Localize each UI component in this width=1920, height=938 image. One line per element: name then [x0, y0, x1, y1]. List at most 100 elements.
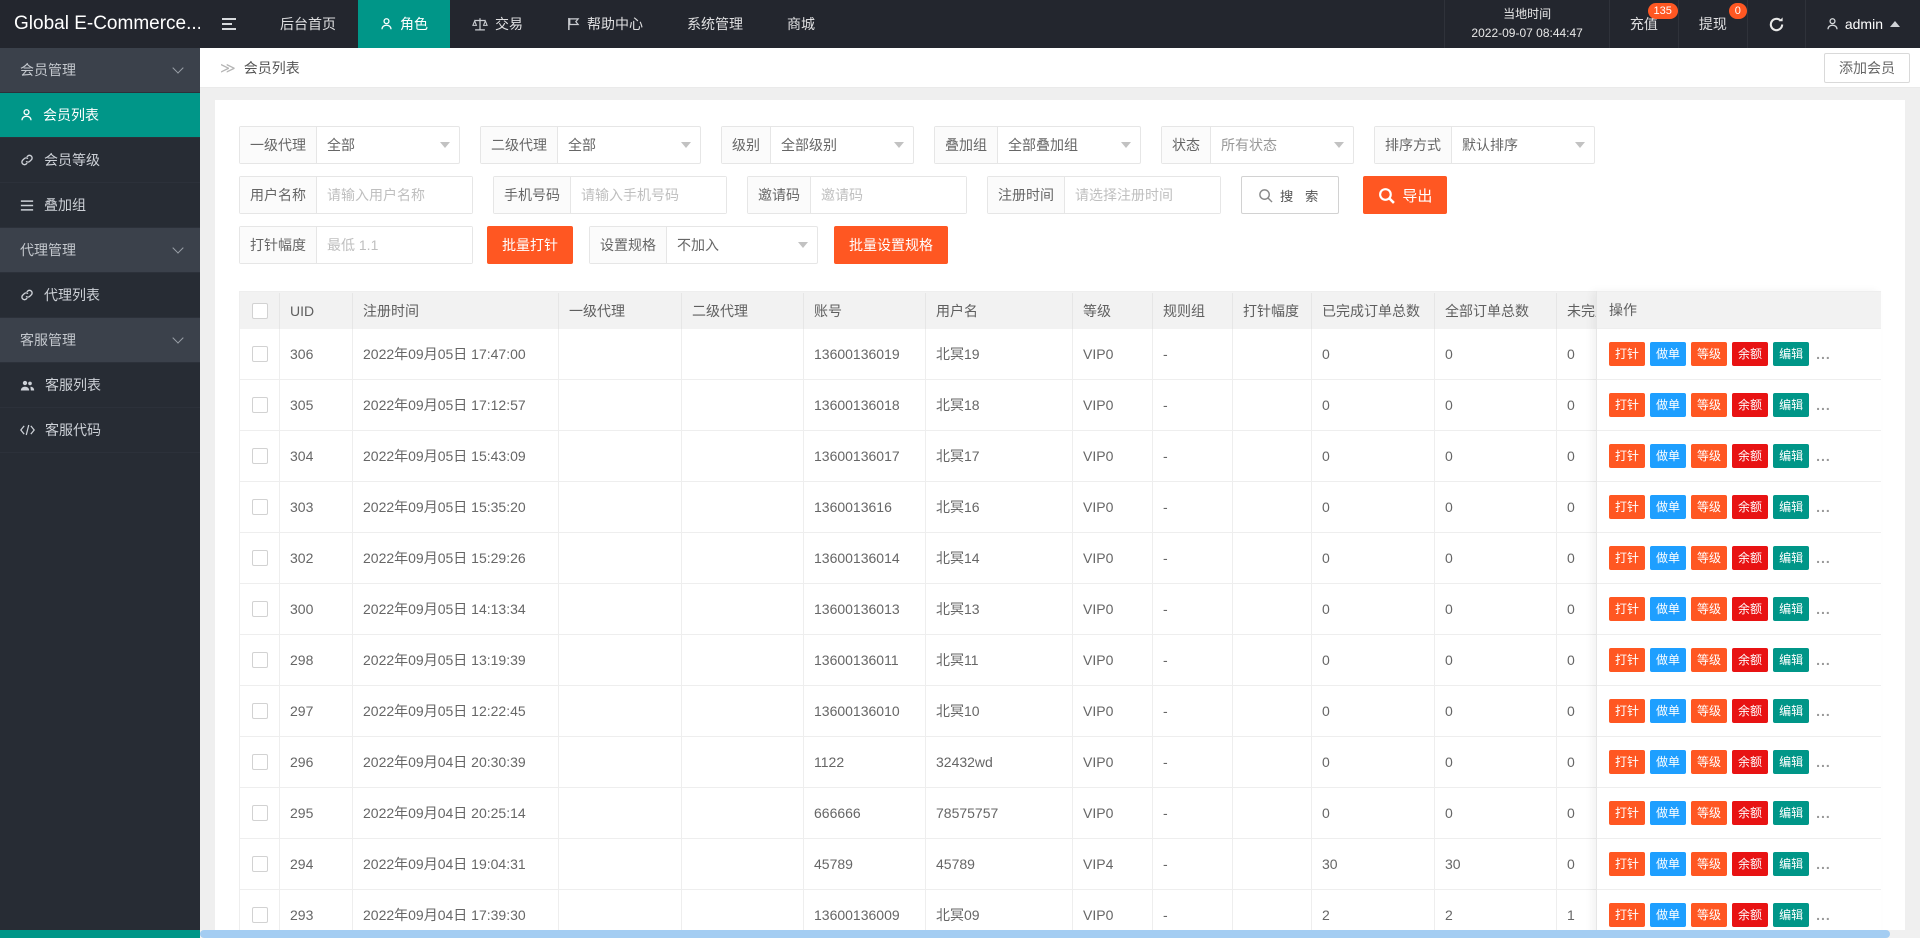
- add-member-button[interactable]: 添加会员: [1824, 52, 1910, 83]
- invite-code-input[interactable]: [811, 177, 966, 213]
- more-actions-button[interactable]: ...: [1816, 448, 1831, 464]
- inject-action-button[interactable]: 打针: [1609, 852, 1646, 876]
- nav-item-system[interactable]: 系统管理: [665, 0, 765, 48]
- row-checkbox[interactable]: [251, 652, 268, 668]
- sidebar-item-member-list[interactable]: 会员列表: [0, 93, 200, 138]
- reg-time-input[interactable]: [1065, 177, 1220, 213]
- edit-action-button[interactable]: 编辑: [1773, 342, 1810, 366]
- inject-action-button[interactable]: 打针: [1609, 648, 1646, 672]
- more-actions-button[interactable]: ...: [1816, 601, 1831, 617]
- more-actions-button[interactable]: ...: [1816, 754, 1831, 770]
- select-all-checkbox[interactable]: [251, 302, 268, 319]
- sidebar-section-service-mgmt[interactable]: 客服管理: [0, 318, 200, 363]
- edit-action-button[interactable]: 编辑: [1773, 495, 1810, 519]
- sidebar-item-member-level[interactable]: 会员等级: [0, 138, 200, 183]
- username-input[interactable]: [317, 177, 472, 213]
- edit-action-button[interactable]: 编辑: [1773, 750, 1810, 774]
- sidebar-item-agent-list[interactable]: 代理列表: [0, 273, 200, 318]
- nav-item-dashboard[interactable]: 后台首页: [258, 0, 358, 48]
- level-action-button[interactable]: 等级: [1691, 495, 1728, 519]
- agent2-select[interactable]: 全部: [558, 127, 700, 163]
- edit-action-button[interactable]: 编辑: [1773, 444, 1810, 468]
- inject-action-button[interactable]: 打针: [1609, 444, 1646, 468]
- more-actions-button[interactable]: ...: [1816, 397, 1831, 413]
- status-select[interactable]: 所有状态: [1211, 127, 1353, 163]
- row-checkbox[interactable]: [251, 754, 268, 770]
- balance-action-button[interactable]: 余额: [1732, 699, 1769, 723]
- balance-action-button[interactable]: 余额: [1732, 648, 1769, 672]
- row-checkbox[interactable]: [251, 550, 268, 566]
- recharge-button[interactable]: 充值 135: [1608, 0, 1678, 48]
- sidebar-item-service-code[interactable]: 客服代码: [0, 408, 200, 453]
- level-action-button[interactable]: 等级: [1691, 393, 1728, 417]
- make-order-action-button[interactable]: 做单: [1650, 903, 1687, 927]
- balance-action-button[interactable]: 余额: [1732, 444, 1769, 468]
- balance-action-button[interactable]: 余额: [1732, 495, 1769, 519]
- row-checkbox[interactable]: [251, 703, 268, 719]
- scrollbar-thumb[interactable]: [200, 930, 1890, 938]
- user-menu[interactable]: admin: [1804, 0, 1920, 48]
- edit-action-button[interactable]: 编辑: [1773, 648, 1810, 672]
- inject-action-button[interactable]: 打针: [1609, 597, 1646, 621]
- nav-item-help-center[interactable]: 帮助中心: [545, 0, 665, 48]
- more-actions-button[interactable]: ...: [1816, 550, 1831, 566]
- make-order-action-button[interactable]: 做单: [1650, 546, 1687, 570]
- row-checkbox[interactable]: [251, 346, 268, 362]
- level-action-button[interactable]: 等级: [1691, 801, 1728, 825]
- search-button[interactable]: 搜 索: [1241, 176, 1340, 214]
- more-actions-button[interactable]: ...: [1816, 703, 1831, 719]
- make-order-action-button[interactable]: 做单: [1650, 852, 1687, 876]
- spec-select[interactable]: 不加入: [667, 227, 817, 263]
- level-action-button[interactable]: 等级: [1691, 597, 1728, 621]
- edit-action-button[interactable]: 编辑: [1773, 699, 1810, 723]
- nav-item-roles[interactable]: 角色: [358, 0, 450, 48]
- balance-action-button[interactable]: 余额: [1732, 342, 1769, 366]
- phone-input[interactable]: [571, 177, 726, 213]
- balance-action-button[interactable]: 余额: [1732, 393, 1769, 417]
- level-action-button[interactable]: 等级: [1691, 852, 1728, 876]
- inject-action-button[interactable]: 打针: [1609, 801, 1646, 825]
- more-actions-button[interactable]: ...: [1816, 907, 1831, 923]
- make-order-action-button[interactable]: 做单: [1650, 801, 1687, 825]
- more-actions-button[interactable]: ...: [1816, 805, 1831, 821]
- inject-action-button[interactable]: 打针: [1609, 699, 1646, 723]
- level-action-button[interactable]: 等级: [1691, 903, 1728, 927]
- more-actions-button[interactable]: ...: [1816, 499, 1831, 515]
- edit-action-button[interactable]: 编辑: [1773, 546, 1810, 570]
- row-checkbox[interactable]: [251, 448, 268, 464]
- balance-action-button[interactable]: 余额: [1732, 801, 1769, 825]
- level-action-button[interactable]: 等级: [1691, 444, 1728, 468]
- make-order-action-button[interactable]: 做单: [1650, 444, 1687, 468]
- level-action-button[interactable]: 等级: [1691, 342, 1728, 366]
- batch-inject-button[interactable]: 批量打针: [487, 226, 573, 264]
- withdraw-button[interactable]: 提现 0: [1677, 0, 1747, 48]
- more-actions-button[interactable]: ...: [1816, 652, 1831, 668]
- make-order-action-button[interactable]: 做单: [1650, 597, 1687, 621]
- edit-action-button[interactable]: 编辑: [1773, 393, 1810, 417]
- row-checkbox[interactable]: [251, 805, 268, 821]
- inject-action-button[interactable]: 打针: [1609, 750, 1646, 774]
- balance-action-button[interactable]: 余额: [1732, 852, 1769, 876]
- nav-item-trade[interactable]: 交易: [450, 0, 545, 48]
- sort-select[interactable]: 默认排序: [1452, 127, 1594, 163]
- level-action-button[interactable]: 等级: [1691, 648, 1728, 672]
- more-actions-button[interactable]: ...: [1816, 346, 1831, 362]
- refresh-button[interactable]: [1746, 0, 1805, 48]
- make-order-action-button[interactable]: 做单: [1650, 393, 1687, 417]
- make-order-action-button[interactable]: 做单: [1650, 342, 1687, 366]
- balance-action-button[interactable]: 余额: [1732, 903, 1769, 927]
- balance-action-button[interactable]: 余额: [1732, 750, 1769, 774]
- agent1-select[interactable]: 全部: [317, 127, 459, 163]
- edit-action-button[interactable]: 编辑: [1773, 597, 1810, 621]
- inject-action-button[interactable]: 打针: [1609, 393, 1646, 417]
- level-action-button[interactable]: 等级: [1691, 546, 1728, 570]
- edit-action-button[interactable]: 编辑: [1773, 801, 1810, 825]
- level-action-button[interactable]: 等级: [1691, 699, 1728, 723]
- nav-item-mall[interactable]: 商城: [765, 0, 837, 48]
- make-order-action-button[interactable]: 做单: [1650, 648, 1687, 672]
- row-checkbox[interactable]: [251, 499, 268, 515]
- make-order-action-button[interactable]: 做单: [1650, 750, 1687, 774]
- row-checkbox[interactable]: [251, 397, 268, 413]
- export-button[interactable]: 导出: [1363, 176, 1448, 214]
- row-checkbox[interactable]: [251, 856, 268, 872]
